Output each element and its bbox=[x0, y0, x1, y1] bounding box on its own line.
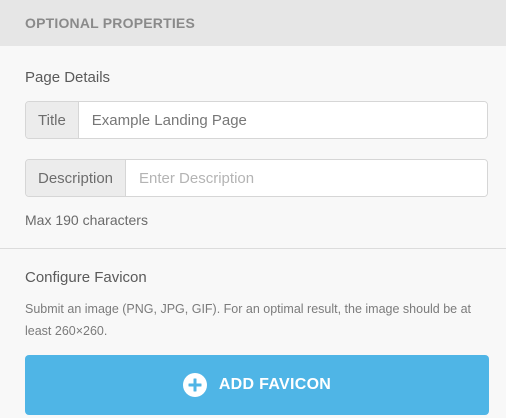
page-details-section: Page Details Title Description Max 190 c… bbox=[0, 46, 506, 229]
page-details-title: Page Details bbox=[25, 69, 111, 86]
add-favicon-button[interactable]: ADD FAVICON bbox=[25, 355, 489, 415]
add-favicon-label: ADD FAVICON bbox=[218, 376, 332, 393]
favicon-title: Configure Favicon bbox=[25, 269, 147, 286]
description-char-limit-hint: Max 190 characters bbox=[25, 212, 148, 228]
optional-properties-panel: OPTIONAL PROPERTIES Page Details Title D… bbox=[0, 0, 506, 418]
panel-header: OPTIONAL PROPERTIES bbox=[0, 0, 506, 46]
description-input[interactable] bbox=[126, 160, 487, 196]
plus-circle-icon bbox=[182, 373, 207, 397]
description-label: Description bbox=[26, 160, 127, 196]
panel-title: OPTIONAL PROPERTIES bbox=[25, 15, 196, 31]
title-label: Title bbox=[26, 102, 79, 138]
title-input[interactable] bbox=[78, 102, 487, 138]
description-input-group: Description bbox=[25, 159, 488, 197]
favicon-description: Submit an image (PNG, JPG, GIF). For an … bbox=[25, 302, 472, 338]
favicon-section: Configure Favicon Submit an image (PNG, … bbox=[0, 249, 506, 415]
title-input-group: Title bbox=[25, 101, 488, 139]
